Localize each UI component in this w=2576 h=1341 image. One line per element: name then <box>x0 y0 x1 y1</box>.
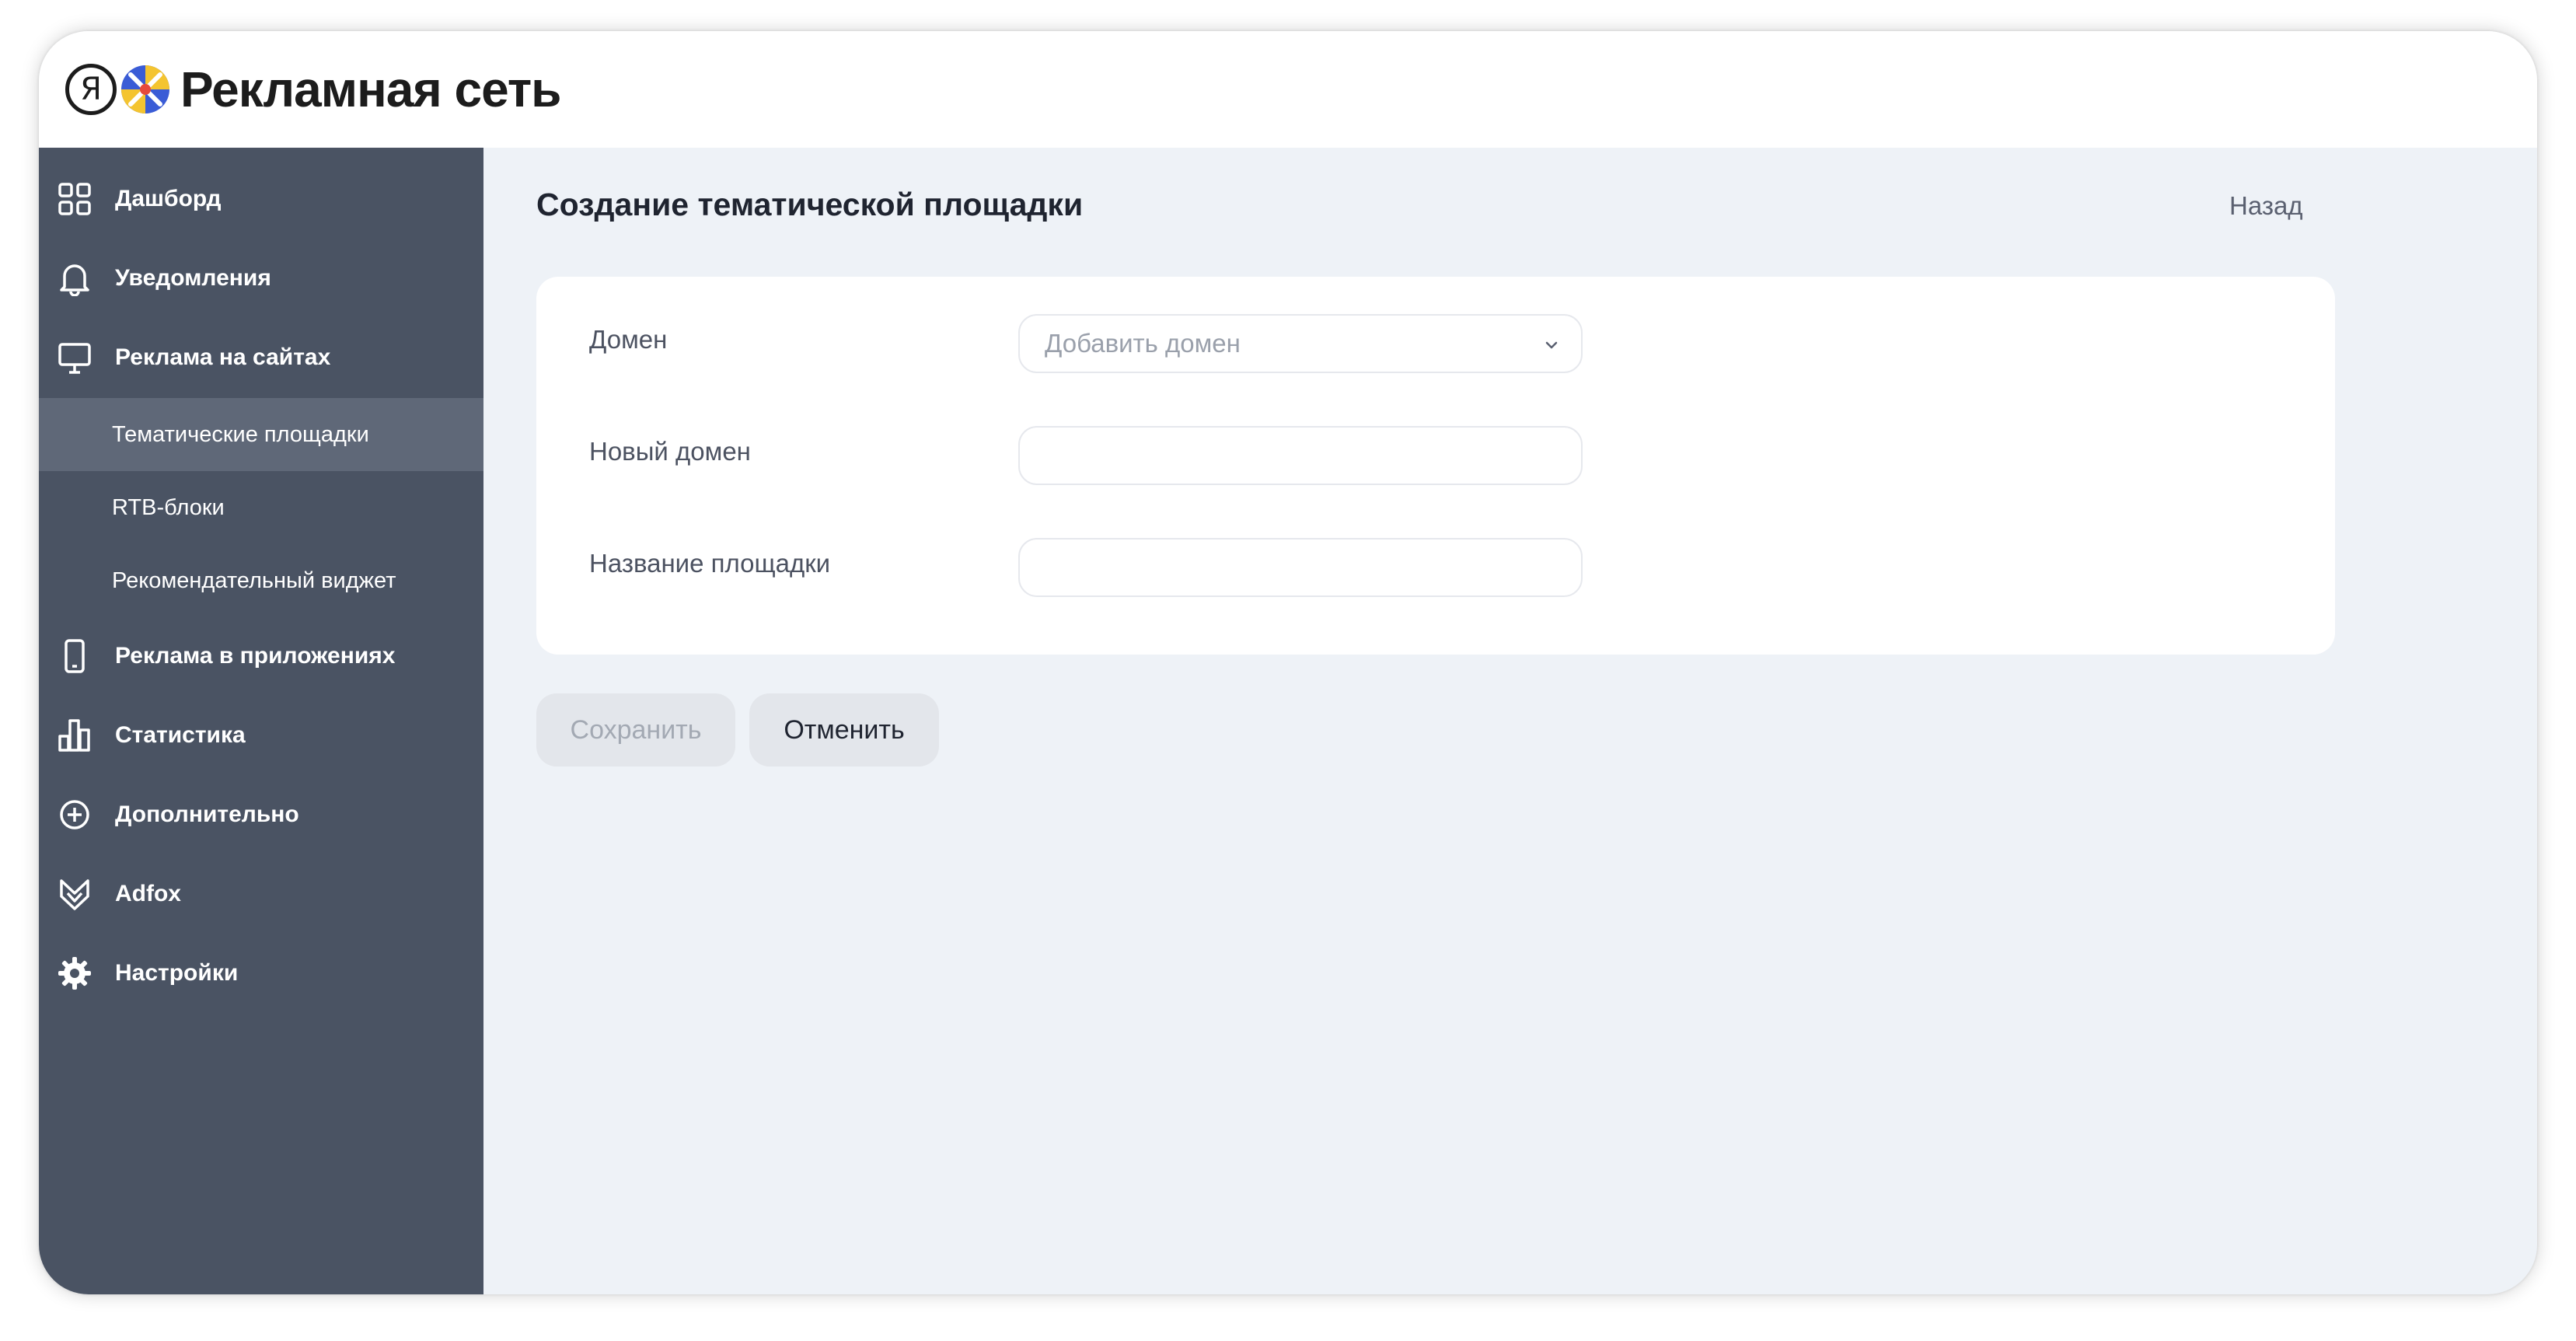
yandex-logo-icon[interactable]: Я <box>65 64 117 115</box>
sidebar-item-app-ads[interactable]: Реклама в приложениях <box>39 620 483 692</box>
bell-icon <box>56 260 93 297</box>
new-domain-input[interactable] <box>1018 426 1583 485</box>
cancel-button[interactable]: Отменить <box>749 693 939 767</box>
sidebar-item-additional[interactable]: Дополнительно <box>39 779 483 850</box>
sidebar-item-dashboard[interactable]: Дашборд <box>39 163 483 235</box>
sidebar-item-notifications[interactable]: Уведомления <box>39 243 483 314</box>
sidebar-item-label: Настройки <box>115 960 239 986</box>
sidebar-item-label: Уведомления <box>115 265 271 291</box>
chevron-down-icon <box>1545 341 1558 349</box>
phone-icon <box>56 637 93 675</box>
sidebar-item-settings[interactable]: Настройки <box>39 938 483 1009</box>
monitor-icon <box>56 339 93 376</box>
site-name-label: Название площадки <box>589 549 831 578</box>
new-domain-label: Новый домен <box>589 437 751 466</box>
app-window: Я Рекламная сеть Дашборд Уведомления Рек… <box>39 31 2537 1294</box>
sidebar-item-label: Статистика <box>115 722 246 748</box>
sidebar-item-label: Дашборд <box>115 186 222 211</box>
sidebar-item-label: Реклама в приложениях <box>115 643 396 669</box>
sidebar-subitem-thematic-sites[interactable]: Тематические площадки <box>39 398 483 471</box>
bar-chart-icon <box>56 717 93 754</box>
domain-select[interactable]: Добавить домен <box>1018 314 1583 373</box>
sidebar-item-statistics[interactable]: Статистика <box>39 700 483 771</box>
sidebar-subitem-label: Тематические площадки <box>112 421 369 447</box>
site-name-input[interactable] <box>1018 538 1583 597</box>
save-button[interactable]: Сохранить <box>536 693 735 767</box>
sidebar-item-label: Реклама на сайтах <box>115 344 331 370</box>
ad-network-logo-icon <box>121 65 169 113</box>
sidebar-subitem-label: RTB-блоки <box>112 494 225 520</box>
adfox-logo-icon <box>56 875 93 913</box>
plus-circle-icon <box>56 796 93 833</box>
sidebar: Дашборд Уведомления Реклама на сайтах Те… <box>39 148 483 1294</box>
form-card: Домен Добавить домен Новый домен Названи… <box>536 277 2335 655</box>
brand-title: Рекламная сеть <box>180 61 561 117</box>
sidebar-item-label: Дополнительно <box>115 801 299 827</box>
domain-label: Домен <box>589 325 668 354</box>
sidebar-subitem-label: Рекомендательный виджет <box>112 567 396 593</box>
sidebar-item-site-ads[interactable]: Реклама на сайтах <box>39 322 483 393</box>
sidebar-subitem-recommendation-widget[interactable]: Рекомендательный виджет <box>39 544 483 617</box>
gear-icon <box>56 955 93 992</box>
domain-select-placeholder: Добавить домен <box>1045 329 1241 358</box>
back-link[interactable]: Назад <box>2229 191 2303 221</box>
logo-letter: Я <box>80 72 102 107</box>
page-title: Создание тематической площадки <box>536 187 1084 222</box>
sidebar-item-adfox[interactable]: Adfox <box>39 858 483 930</box>
sidebar-item-label: Adfox <box>115 881 181 906</box>
sidebar-subitem-rtb-blocks[interactable]: RTB-блоки <box>39 471 483 544</box>
dashboard-grid-icon <box>56 180 93 218</box>
top-header: Я Рекламная сеть <box>39 31 2537 148</box>
